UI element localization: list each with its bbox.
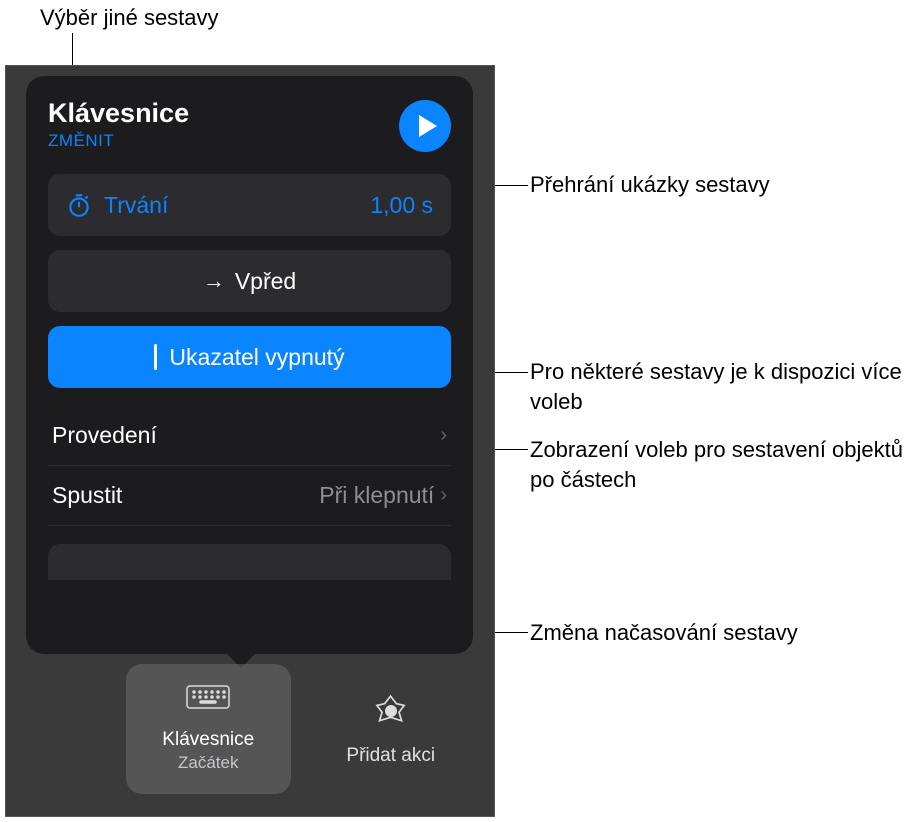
cursor-icon — [154, 344, 157, 370]
tile-subtitle: Začátek — [178, 753, 238, 773]
tile-title: Přidat akci — [346, 745, 435, 767]
play-icon — [419, 115, 437, 137]
callout-text: Zobrazení voleb pro sestavení objektů po… — [530, 437, 903, 492]
delivery-label: Provedení — [52, 422, 157, 449]
callout-start: Změna načasování sestavy — [530, 618, 798, 648]
stopwatch-icon — [66, 192, 92, 218]
build-tile-keyboard[interactable]: Klávesnice Začátek — [126, 664, 291, 794]
direction-label: Vpřed — [235, 268, 296, 295]
start-row[interactable]: Spustit Při klepnutí › — [48, 466, 451, 526]
chevron-right-icon: › — [440, 484, 447, 507]
start-label: Spustit — [52, 482, 122, 509]
direction-row[interactable]: → Vpřed — [48, 250, 451, 312]
pointer-row[interactable]: Ukazatel vypnutý — [48, 326, 451, 388]
duration-label: Trvání — [104, 192, 168, 219]
callout-text: Pro některé sestavy je k dispozici více … — [530, 359, 902, 414]
pointer-label: Ukazatel vypnutý — [169, 344, 344, 371]
duration-value: 1,00 s — [370, 192, 433, 219]
bottom-bar: Klávesnice Začátek Přidat akci — [26, 656, 473, 801]
popover-header: Klávesnice ZMĚNIT — [48, 98, 451, 152]
keyboard-icon — [186, 685, 230, 721]
callout-pointer: Zobrazení voleb pro sestavení objektů po… — [530, 435, 912, 494]
target-icon — [371, 691, 411, 737]
callout-change-build: Výběr jiné sestavy — [40, 3, 219, 33]
build-popover: Klávesnice ZMĚNIT Trvání 1,00 s — [26, 76, 473, 654]
callout-forward: Pro některé sestavy je k dispozici více … — [530, 357, 912, 416]
change-button[interactable]: ZMĚNIT — [48, 131, 189, 151]
arrow-right-icon: → — [203, 268, 225, 294]
preview-play-button[interactable] — [399, 100, 451, 152]
chevron-right-icon: › — [440, 424, 447, 447]
duration-row[interactable]: Trvání 1,00 s — [48, 174, 451, 236]
header-left: Klávesnice ZMĚNIT — [48, 98, 189, 151]
build-title: Klávesnice — [48, 98, 189, 129]
delivery-row[interactable]: Provedení › — [48, 406, 451, 466]
device-frame: Klávesnice ZMĚNIT Trvání 1,00 s — [5, 65, 495, 817]
start-value: Při klepnutí — [319, 482, 434, 509]
add-action-tile[interactable]: Přidat akci — [309, 664, 474, 794]
callout-play: Přehrání ukázky sestavy — [530, 170, 770, 200]
tile-title: Klávesnice — [162, 729, 254, 751]
partial-row — [48, 544, 451, 580]
